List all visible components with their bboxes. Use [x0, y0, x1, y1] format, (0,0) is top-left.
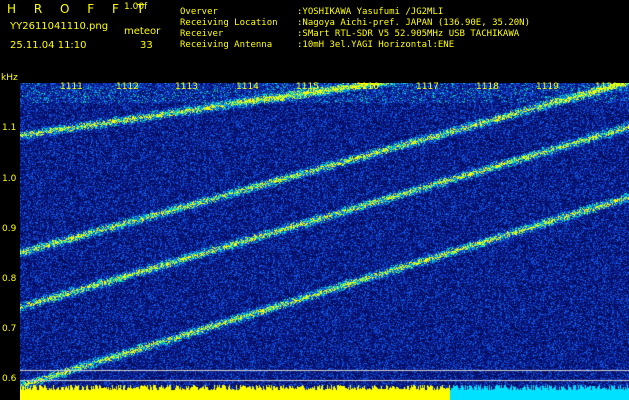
x-tick-label: 1115	[296, 82, 319, 92]
info-antenna: Receiving Antenna :10mH 3el.YAGI Horizont…	[180, 40, 454, 50]
info-key: Receiver	[180, 29, 224, 39]
spectrogram-canvas	[20, 83, 629, 400]
info-value: :Nagoya Aichi-pref. JAPAN (136.90E, 35.2…	[297, 18, 530, 28]
y-axis-unit: kHz	[1, 73, 18, 83]
x-tick-label: 1112	[116, 82, 139, 92]
x-tick-label: 1117	[416, 82, 439, 92]
x-tick-label: 1118	[476, 82, 499, 92]
y-tick-label: 0.7	[2, 324, 17, 334]
x-tick-label: 1113	[175, 82, 198, 92]
x-tick-label: 1111	[60, 82, 83, 92]
file-name: YY2611041110.png	[10, 21, 109, 32]
info-value: :10mH 3el.YAGI Horizontal:ENE	[297, 40, 455, 50]
y-tick-label: 1.0	[2, 174, 17, 184]
info-location: Receiving Location :Nagoya Aichi-pref. JA…	[180, 18, 530, 28]
app-version: 1.00f	[124, 2, 148, 12]
info-value: :YOSHIKAWA Yasufumi /JG2MLI	[297, 7, 444, 17]
date-time: 25.11.04 11:10	[10, 40, 87, 51]
x-tick-label: 1119	[536, 82, 559, 92]
y-tick-label: 0.6	[2, 374, 17, 384]
spectrogram	[20, 83, 629, 400]
info-key: Overver	[180, 7, 218, 17]
hrofft-window: H R O F F T 1.00f YY2611041110.png meteo…	[0, 0, 629, 400]
info-key: Receiving Location	[180, 18, 278, 28]
x-tick-label: 1114	[236, 82, 259, 92]
info-observer: Overver :YOSHIKAWA Yasufumi /JG2MLI	[180, 7, 443, 17]
y-tick-label: 0.9	[2, 224, 17, 234]
meteor-label: meteor	[124, 26, 161, 37]
info-value: :SMart RTL-SDR V5 52.905MHz USB TACHIKAW…	[297, 29, 520, 39]
y-tick-label: 0.8	[2, 274, 17, 284]
info-key: Receiving Antenna	[180, 40, 273, 50]
y-tick-label: 1.1	[2, 123, 17, 133]
x-tick-label: 1116	[356, 82, 379, 92]
x-tick-label: 1120	[595, 82, 618, 92]
meteor-count: 33	[140, 40, 153, 51]
info-receiver: Receiver :SMart RTL-SDR V5 52.905MHz USB …	[180, 29, 519, 39]
